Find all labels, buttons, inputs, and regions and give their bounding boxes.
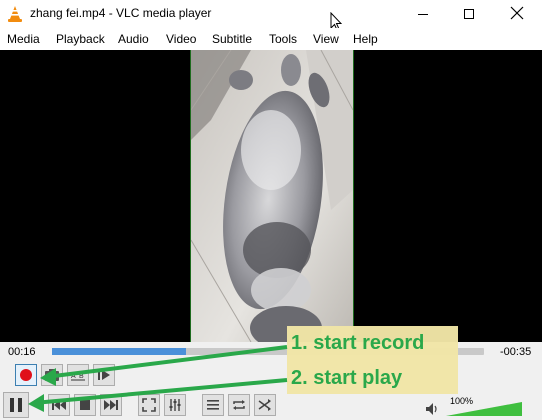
snapshot-icon — [45, 369, 59, 381]
menu-playback[interactable]: Playback — [56, 32, 105, 46]
frame-step-button[interactable] — [93, 364, 115, 386]
loop-button[interactable] — [228, 394, 250, 416]
fullscreen-icon — [142, 398, 156, 412]
menu-bar: Media Playback Audio Video Subtitle Tool… — [0, 28, 542, 50]
frame-step-icon — [98, 370, 110, 380]
menu-view[interactable]: View — [313, 32, 339, 46]
stop-button[interactable] — [74, 394, 96, 416]
shuffle-icon — [258, 399, 271, 411]
annotation-step-2: 2. start play — [291, 367, 403, 389]
time-elapsed: 00:16 — [8, 346, 36, 358]
next-icon — [104, 400, 118, 410]
menu-video[interactable]: Video — [166, 32, 196, 46]
close-button[interactable] — [494, 0, 540, 28]
playlist-button[interactable] — [202, 394, 224, 416]
previous-icon — [52, 400, 66, 410]
video-image — [191, 50, 353, 342]
menu-help[interactable]: Help — [353, 32, 378, 46]
record-button[interactable] — [15, 364, 37, 386]
fullscreen-button[interactable] — [138, 394, 160, 416]
loop-ab-button[interactable]: A B — [67, 364, 89, 386]
maximize-icon — [464, 9, 474, 19]
maximize-button[interactable] — [446, 0, 492, 28]
menu-subtitle[interactable]: Subtitle — [212, 32, 252, 46]
seek-row: 00:16 -00:35 — [0, 342, 542, 362]
speaker-icon[interactable] — [425, 402, 439, 416]
menu-tools[interactable]: Tools — [269, 32, 297, 46]
minimize-icon — [418, 14, 428, 15]
time-remaining: -00:35 — [500, 346, 532, 358]
title-bar: zhang fei.mp4 - VLC media player — [0, 0, 542, 31]
pause-icon — [10, 398, 22, 412]
previous-button[interactable] — [48, 394, 70, 416]
record-icon — [20, 369, 32, 381]
annotation-step-1: 1. start record — [291, 332, 425, 354]
svg-text:A: A — [71, 373, 76, 380]
close-icon — [510, 6, 524, 20]
svg-text:B: B — [79, 373, 84, 380]
video-area[interactable] — [0, 50, 542, 342]
volume-fill — [446, 402, 522, 416]
pause-button[interactable] — [3, 392, 29, 418]
menu-media[interactable]: Media — [7, 32, 40, 46]
next-button[interactable] — [100, 394, 122, 416]
loop-icon — [233, 400, 245, 410]
minimize-button[interactable] — [400, 0, 446, 28]
extended-settings-button[interactable] — [164, 394, 186, 416]
advanced-controls: A B — [0, 362, 542, 390]
menu-audio[interactable]: Audio — [118, 32, 149, 46]
volume-slider[interactable] — [446, 396, 522, 416]
stop-icon — [80, 400, 90, 410]
seek-bar-fill — [52, 348, 186, 355]
shuffle-button[interactable] — [254, 394, 276, 416]
window-title: zhang fei.mp4 - VLC media player — [30, 6, 212, 20]
loop-ab-icon: A B — [71, 373, 85, 381]
snapshot-button[interactable] — [41, 364, 63, 386]
playlist-icon — [207, 400, 219, 410]
video-frame — [190, 50, 354, 342]
vlc-cone-icon — [8, 6, 22, 22]
extended-settings-icon — [169, 399, 181, 411]
